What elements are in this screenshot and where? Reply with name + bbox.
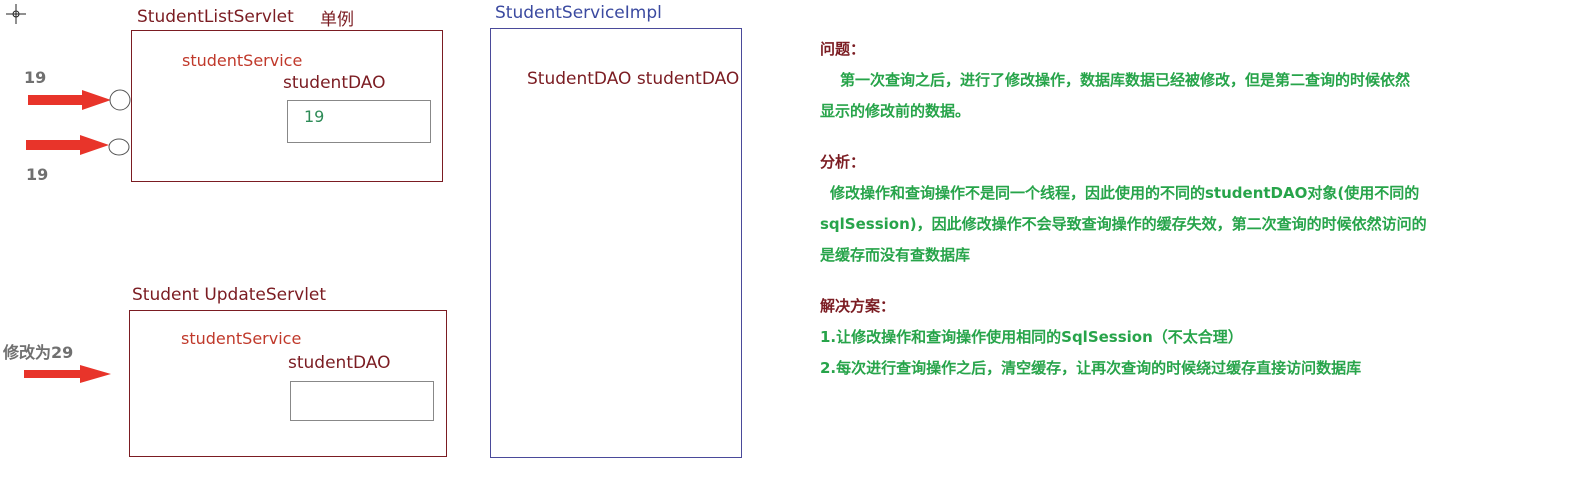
- crosshair-icon: [6, 4, 26, 24]
- request-arrow-top: [28, 90, 111, 110]
- problem-line: 显示的修改前的数据。: [820, 102, 971, 120]
- analysis-line: 修改操作和查询操作不是同一个线程，因此使用的不同的studentDAO对象(使用…: [830, 184, 1420, 202]
- request-port-top: [109, 89, 131, 111]
- student-service-impl-box: StudentDAO studentDAO: [490, 28, 742, 458]
- bottom-request-value: 19: [26, 165, 49, 184]
- analysis-heading: 分析：: [820, 153, 866, 171]
- list-service-label: studentService: [182, 51, 303, 70]
- list-dao-value: 19: [304, 107, 325, 126]
- top-request-value: 19: [24, 68, 47, 87]
- analysis-line: 是缓存而没有查数据库: [820, 246, 971, 264]
- student-update-servlet-box: studentService studentDAO: [129, 310, 447, 457]
- solution-line: 2.每次进行查询操作之后，清空缓存，让再次查询的时候绕过缓存直接访问数据库: [820, 359, 1362, 377]
- solution-line: 1.让修改操作和查询操作使用相同的SqlSession（不太合理）: [820, 328, 1243, 346]
- list-dao-instance-box: 19: [287, 100, 431, 143]
- update-dao-label: studentDAO: [288, 353, 391, 373]
- list-dao-label: studentDAO: [283, 73, 386, 93]
- update-request-arrow: [24, 365, 111, 383]
- update-dao-instance-box: [290, 381, 434, 421]
- student-update-servlet-title: Student UpdateServlet: [132, 285, 327, 305]
- student-list-servlet-title: StudentListServlet: [137, 7, 294, 27]
- problem-line: 第一次查询之后，进行了修改操作，数据库数据已经被修改，但是第二查询的时候依然: [840, 71, 1411, 89]
- update-service-label: studentService: [181, 329, 302, 348]
- singleton-label: 单例: [320, 10, 354, 30]
- list-request-arrows: [26, 89, 131, 156]
- student-list-servlet-box: studentService studentDAO 19: [131, 30, 443, 182]
- solution-heading: 解决方案：: [820, 297, 896, 315]
- analysis-line: sqlSession)，因此修改操作不会导致查询操作的缓存失效，第二次查询的时候…: [820, 215, 1427, 233]
- student-service-impl-title: StudentServiceImpl: [495, 3, 662, 23]
- request-port-bottom: [108, 138, 130, 156]
- request-arrow-bottom: [26, 135, 109, 155]
- problem-heading: 问题：: [820, 40, 866, 58]
- update-request-arrow-wrap: [24, 365, 111, 383]
- notes-panel: 问题： 第一次查询之后，进行了修改操作，数据库数据已经被修改，但是第二查询的时候…: [820, 34, 1520, 384]
- impl-dao-field-label: StudentDAO studentDAO: [527, 69, 740, 89]
